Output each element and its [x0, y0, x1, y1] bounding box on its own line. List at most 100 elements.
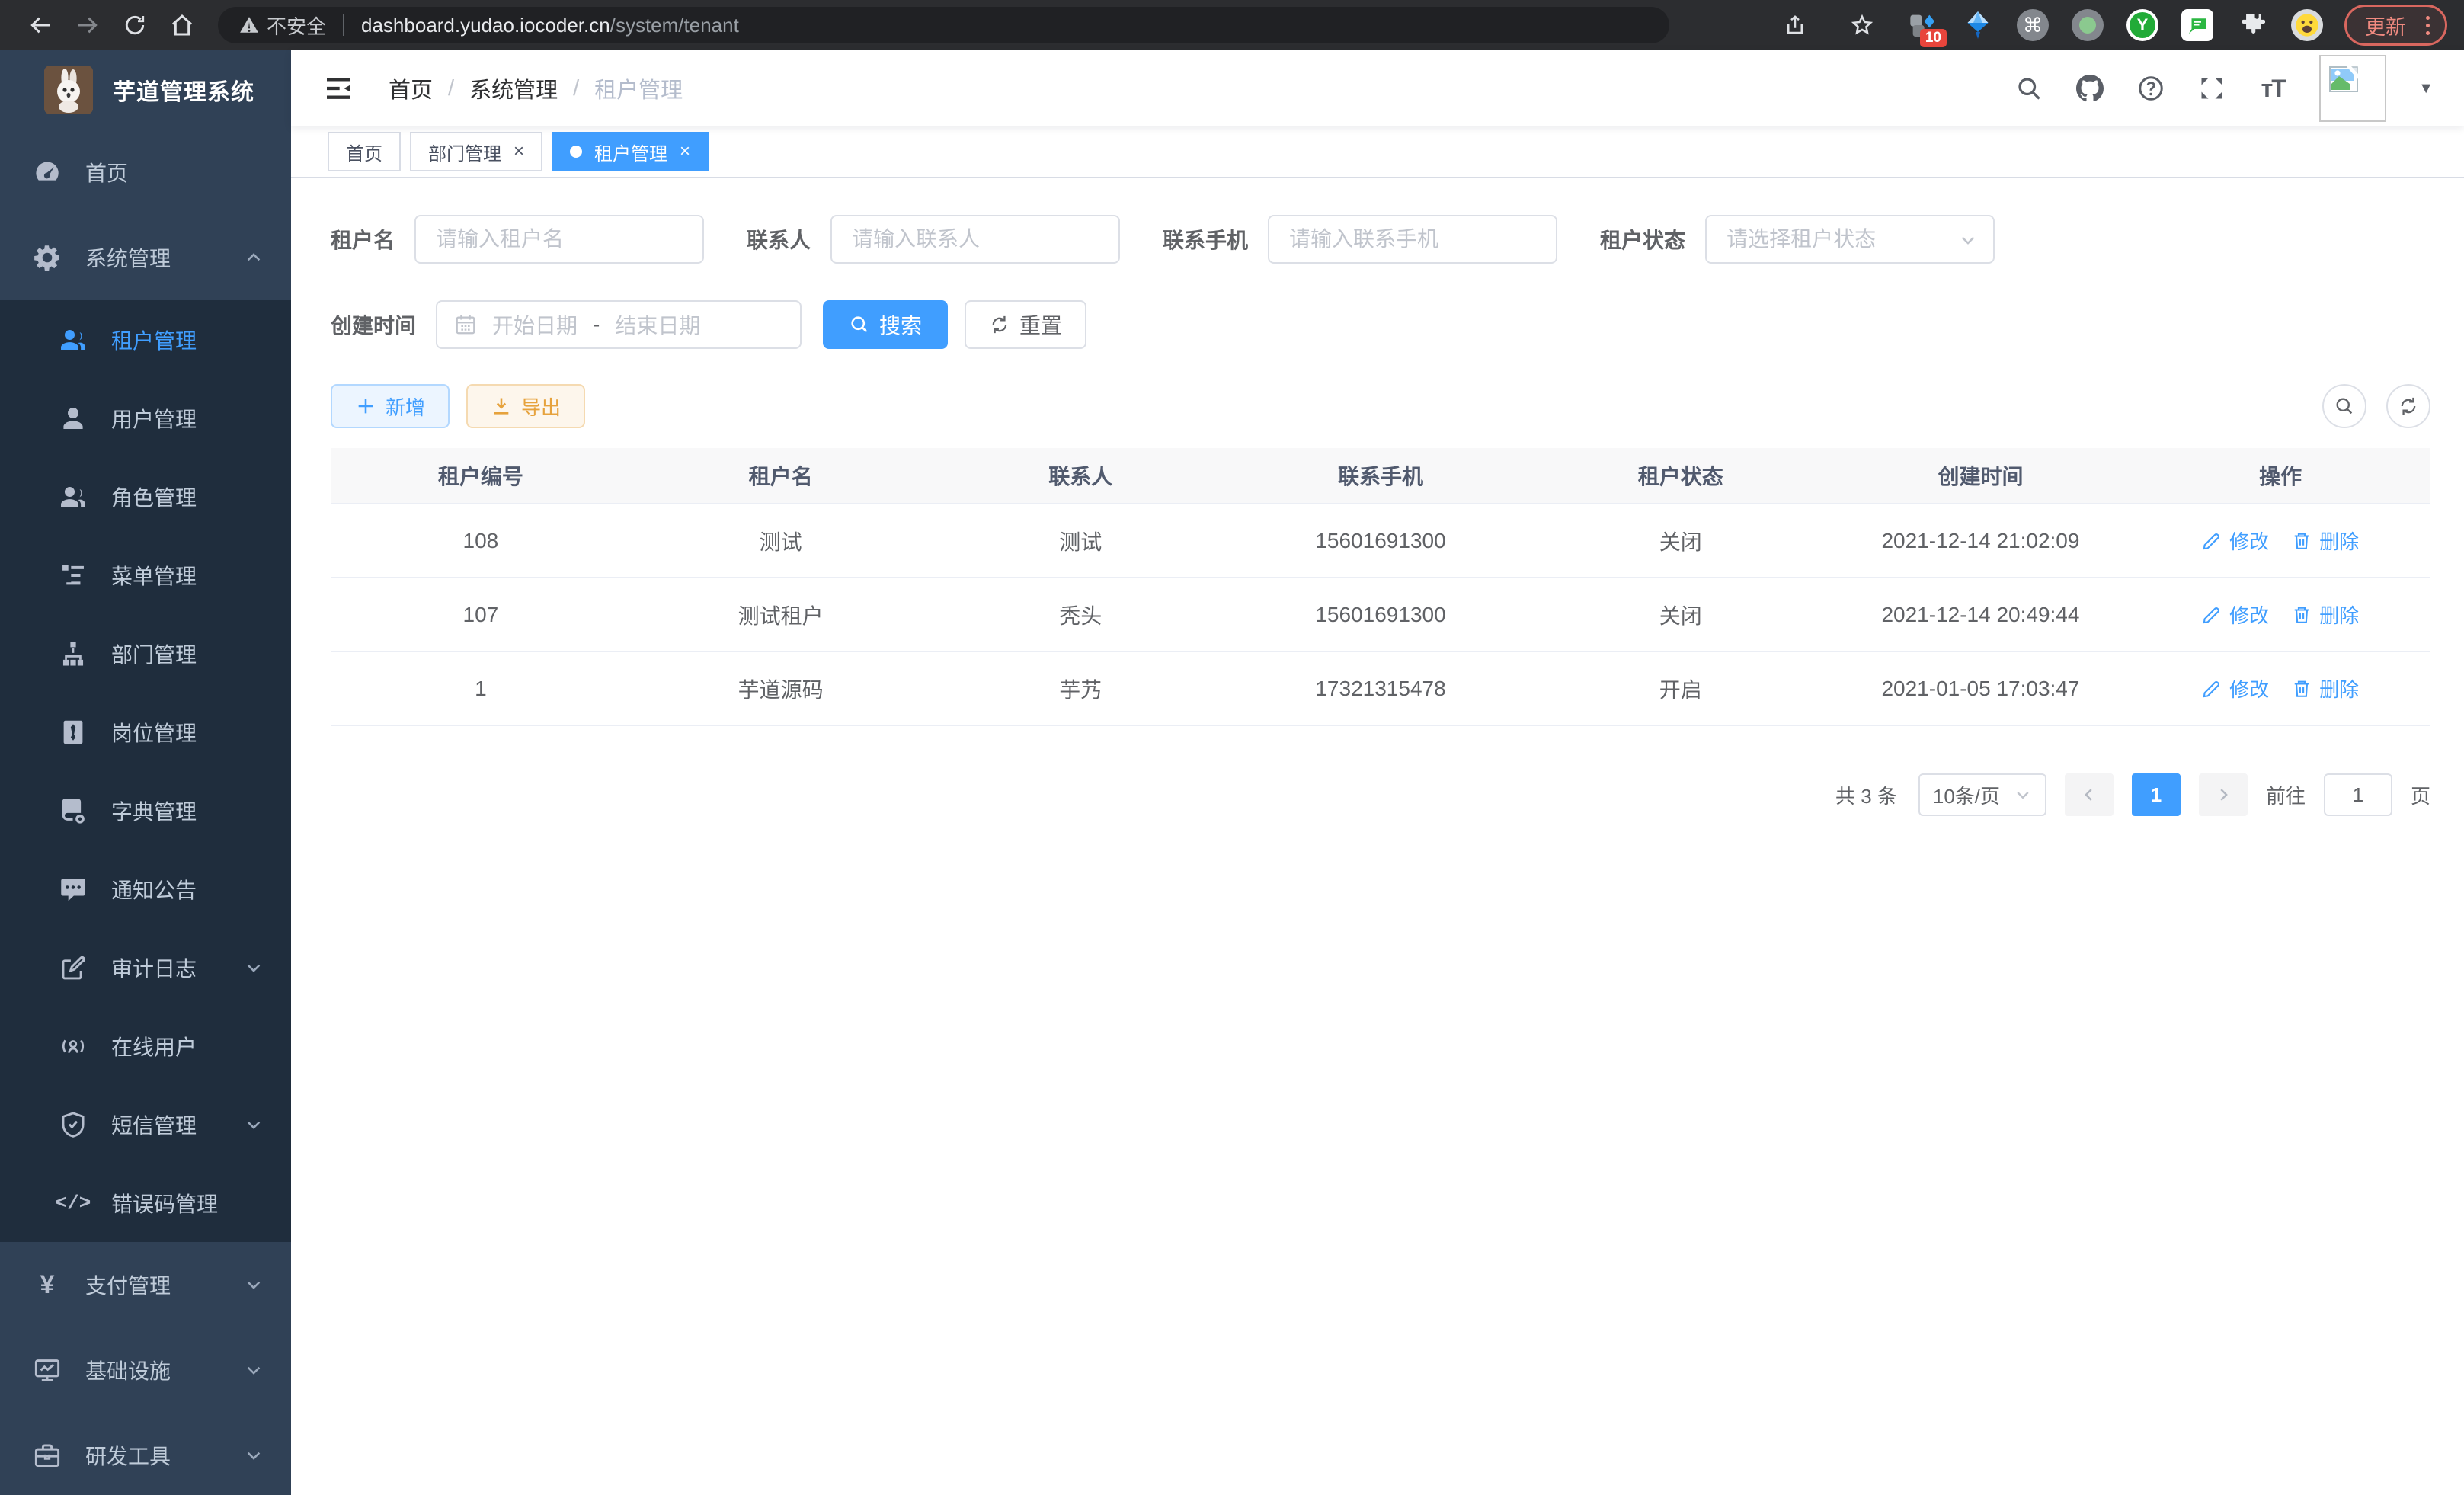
filter-status: 租户状态 [1600, 215, 1995, 264]
export-button[interactable]: 导出 [466, 384, 585, 428]
mobile-input[interactable] [1268, 215, 1557, 264]
breadcrumb-system[interactable]: 系统管理 [469, 72, 558, 104]
url-bar[interactable]: 不安全 dashboard.yudao.iocoder.cn /system/t… [218, 7, 1669, 43]
delete-link[interactable]: 删除 [2292, 527, 2359, 555]
extension-icon-3[interactable]: ⌘ [2015, 8, 2050, 43]
edit-link[interactable]: 修改 [2202, 600, 2269, 629]
avatar-caret-icon[interactable]: ▼ [2418, 80, 2434, 98]
search-icon[interactable] [2014, 74, 2043, 103]
tab-dept[interactable]: 部门管理 × [410, 132, 542, 171]
goto-page-input[interactable] [2324, 773, 2392, 816]
cell-contact: 测试 [930, 526, 1230, 556]
tab-home[interactable]: 首页 [328, 132, 401, 171]
users-icon [59, 326, 87, 354]
pencil-icon [2202, 531, 2222, 551]
share-icon[interactable] [1771, 6, 1819, 44]
cell-name: 测试 [631, 526, 931, 556]
help-icon[interactable] [2136, 74, 2165, 103]
forward-icon[interactable] [64, 6, 111, 44]
app-title: 芋道管理系统 [113, 73, 254, 107]
sidebar-item-label: 审计日志 [111, 952, 197, 983]
extension-icon-5[interactable]: Y [2125, 8, 2160, 43]
sidebar-item-post[interactable]: 岗位管理 [0, 693, 291, 771]
browser-menu-icon[interactable] [2418, 16, 2437, 35]
search-button[interactable]: 搜索 [823, 300, 948, 349]
toggle-search-button[interactable] [2322, 384, 2366, 428]
extension-icon-6[interactable] [2180, 8, 2215, 43]
sidebar-item-dept[interactable]: 部门管理 [0, 614, 291, 693]
sidebar-item-sms[interactable]: 短信管理 [0, 1085, 291, 1164]
sidebar-item-infra[interactable]: 基础设施 [0, 1327, 291, 1413]
add-button[interactable]: 新增 [331, 384, 450, 428]
github-icon[interactable] [2075, 74, 2104, 103]
tab-tenant[interactable]: 租户管理 × [552, 132, 709, 171]
date-range-picker[interactable]: 开始日期 - 结束日期 [436, 300, 802, 349]
cell-name: 测试租户 [631, 600, 931, 630]
prev-page-button[interactable] [2065, 773, 2114, 816]
font-size-icon[interactable]: тT [2258, 74, 2287, 103]
sidebar: 芋道管理系统 首页系统管理租户管理用户管理角色管理菜单管理部门管理岗位管理字典管… [0, 50, 291, 1495]
current-page-button[interactable]: 1 [2132, 773, 2181, 816]
cell-id: 107 [331, 603, 631, 627]
close-icon[interactable]: × [680, 142, 690, 161]
cell-mobile: 15601691300 [1230, 529, 1531, 553]
tenant-name-input[interactable] [414, 215, 704, 264]
chevron-left-icon [2081, 786, 2098, 803]
back-icon[interactable] [17, 6, 64, 44]
yen-icon: ¥ [34, 1271, 61, 1298]
contact-input[interactable] [830, 215, 1120, 264]
sidebar-item-notice[interactable]: 通知公告 [0, 850, 291, 928]
sidebar-item-devtools[interactable]: 研发工具 [0, 1413, 291, 1495]
gear-icon [34, 244, 61, 271]
reset-button[interactable]: 重置 [965, 300, 1086, 349]
trash-icon [2292, 531, 2312, 551]
edit-link[interactable]: 修改 [2202, 527, 2269, 555]
sidebar-item-auditlog[interactable]: 审计日志 [0, 928, 291, 1007]
delete-link[interactable]: 删除 [2292, 600, 2359, 629]
sidebar-item-online[interactable]: 在线用户 [0, 1007, 291, 1085]
close-icon[interactable]: × [514, 142, 524, 161]
reset-button-label: 重置 [1019, 309, 1062, 340]
sidebar-item-dict[interactable]: 字典管理 [0, 771, 291, 850]
update-label: 更新 [2365, 11, 2406, 40]
sidebar-item-label: 用户管理 [111, 403, 197, 434]
cell-contact: 芋艿 [930, 674, 1230, 704]
extension-icon-1[interactable]: 10 [1906, 8, 1941, 43]
sidebar-collapse-icon[interactable] [322, 72, 355, 105]
delete-link[interactable]: 删除 [2292, 674, 2359, 703]
reload-icon[interactable] [111, 6, 158, 44]
extension-icon-4[interactable] [2070, 8, 2105, 43]
home-icon[interactable] [158, 6, 206, 44]
sidebar-item-home[interactable]: 首页 [0, 130, 291, 215]
breadcrumb-home[interactable]: 首页 [389, 72, 433, 104]
sidebar-item-label: 字典管理 [111, 796, 197, 826]
avatar[interactable] [2319, 55, 2386, 122]
extension-icon-2[interactable] [1960, 8, 1995, 43]
sidebar-menu: 首页系统管理租户管理用户管理角色管理菜单管理部门管理岗位管理字典管理通知公告审计… [0, 130, 291, 1495]
sidebar-item-pay[interactable]: ¥支付管理 [0, 1242, 291, 1327]
extension-icon-8[interactable] [2290, 8, 2325, 43]
page-size-select[interactable]: 10条/页 [1918, 773, 2046, 816]
online-icon [59, 1032, 87, 1060]
app-logo[interactable]: 芋道管理系统 [0, 50, 291, 130]
browser-update-button[interactable]: 更新 [2344, 5, 2447, 46]
cell-contact: 秃头 [930, 600, 1230, 630]
sidebar-item-role[interactable]: 角色管理 [0, 457, 291, 536]
filter-row-2: 创建时间 开始日期 - 结束日期 搜索 重置 [331, 300, 2430, 349]
fullscreen-icon[interactable] [2197, 74, 2226, 103]
sidebar-item-errorcode[interactable]: </>错误码管理 [0, 1164, 291, 1242]
sidebar-item-system[interactable]: 系统管理 [0, 215, 291, 300]
sidebar-item-user[interactable]: 用户管理 [0, 379, 291, 457]
bookmark-star-icon[interactable] [1838, 6, 1886, 44]
edit-link[interactable]: 修改 [2202, 674, 2269, 703]
status-select[interactable] [1705, 215, 1995, 264]
calendar-icon [454, 313, 477, 336]
refresh-table-button[interactable] [2386, 384, 2430, 428]
pagination: 共 3 条 10条/页 1 前往 页 [331, 773, 2430, 816]
breadcrumb-separator: / [573, 76, 579, 101]
next-page-button[interactable] [2199, 773, 2248, 816]
sidebar-item-menu[interactable]: 菜单管理 [0, 536, 291, 614]
cell-mobile: 17321315478 [1230, 677, 1531, 701]
puzzle-extensions-icon[interactable] [2235, 8, 2270, 43]
sidebar-item-tenant[interactable]: 租户管理 [0, 300, 291, 379]
